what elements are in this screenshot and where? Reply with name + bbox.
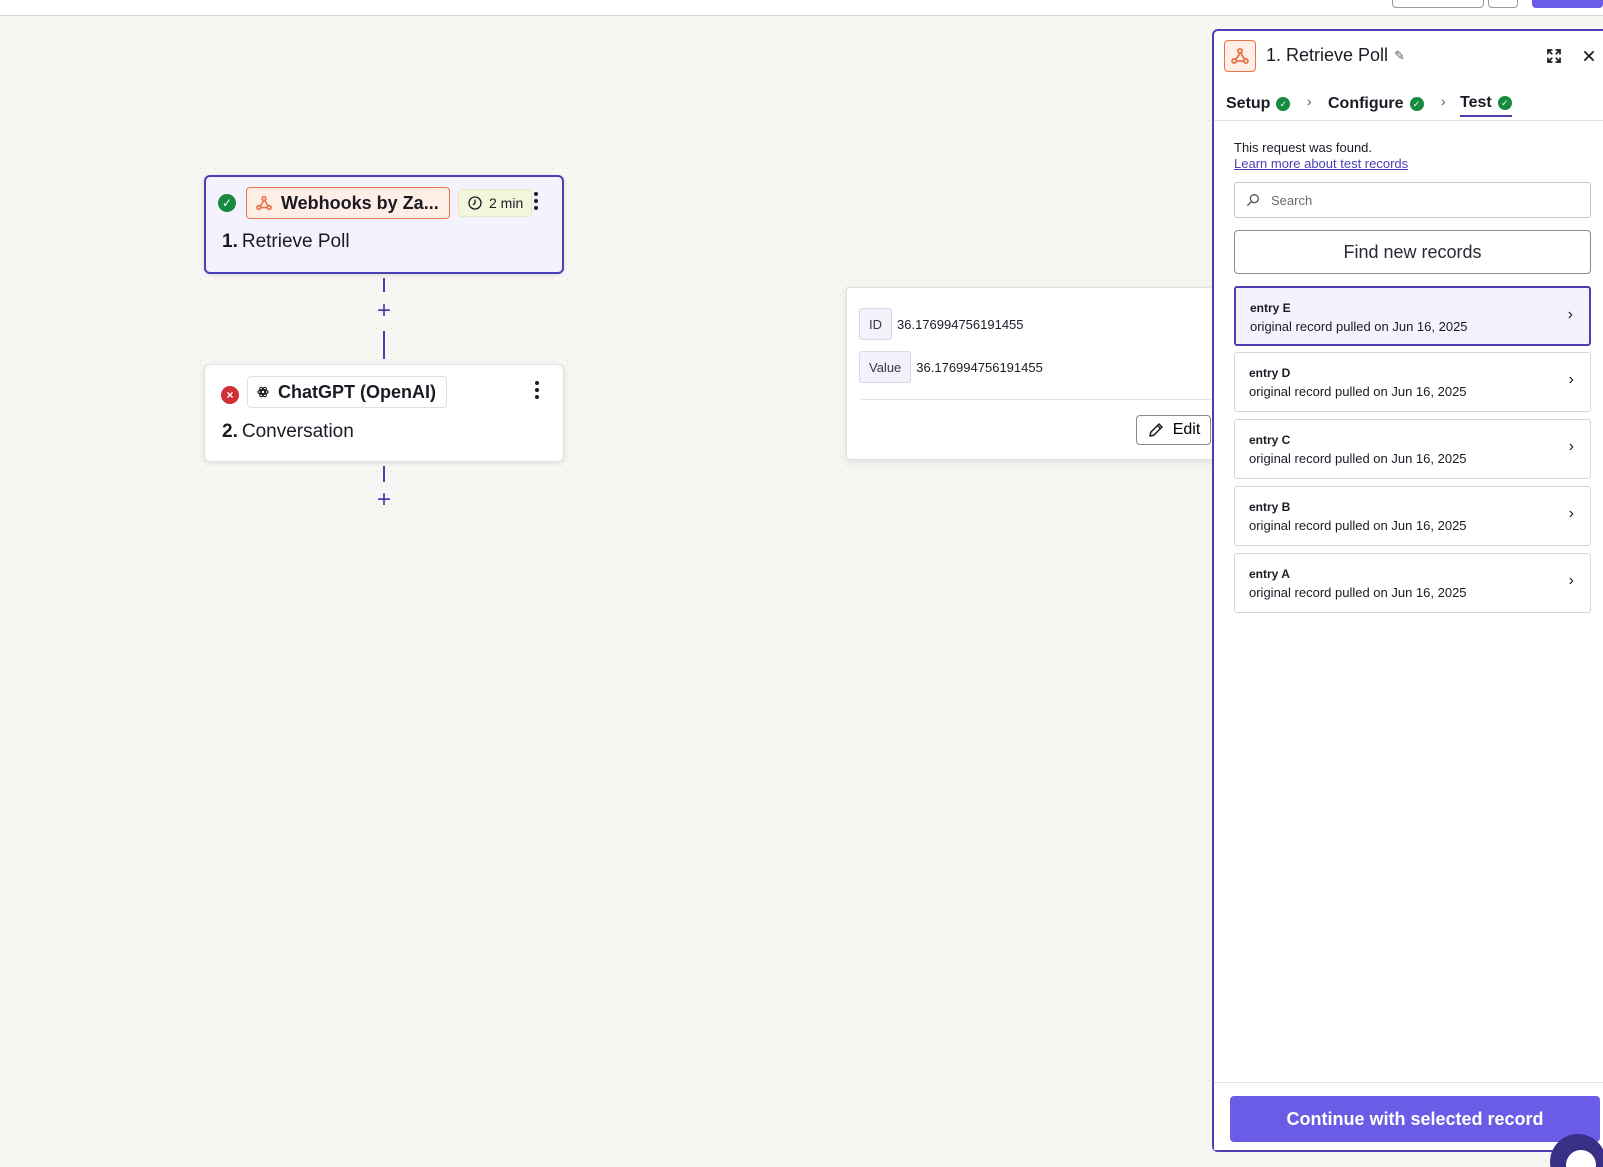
request-found-text: This request was found.: [1234, 140, 1373, 155]
publish-button[interactable]: [1532, 0, 1603, 8]
toolbar-icon-button[interactable]: [1488, 0, 1518, 8]
record-title: entry A: [1249, 567, 1290, 581]
step-tabs: Setup ✓ › Configure ✓ › Test ✓: [1214, 87, 1603, 121]
record-subtitle: original record pulled on Jun 16, 2025: [1249, 384, 1467, 399]
panel-footer: Continue with selected record: [1214, 1082, 1603, 1150]
chevron-right-icon: ›: [1567, 306, 1573, 323]
continue-with-selected-record-button[interactable]: Continue with selected record: [1230, 1096, 1600, 1142]
connector-line: [383, 278, 385, 292]
record-title: entry E: [1250, 301, 1291, 315]
clock-icon: [468, 196, 482, 210]
step-menu-icon[interactable]: [528, 190, 544, 212]
tab-test[interactable]: Test ✓: [1460, 91, 1512, 117]
time-label: 2 min: [489, 195, 524, 211]
webhook-icon: [256, 195, 272, 211]
toolbar-button[interactable]: [1392, 0, 1484, 8]
field-row-id: ID 36.176994756191455: [859, 308, 1024, 340]
record-item-entry-c[interactable]: entry C original record pulled on Jun 16…: [1234, 419, 1591, 479]
record-search[interactable]: [1234, 182, 1591, 218]
openai-icon: [257, 386, 269, 398]
record-item-entry-a[interactable]: entry A original record pulled on Jun 16…: [1234, 553, 1591, 613]
app-pill-chatgpt[interactable]: ChatGPT (OpenAI): [247, 376, 447, 408]
check-icon: ✓: [1497, 96, 1512, 110]
rename-pencil-icon[interactable]: ✎: [1394, 48, 1405, 64]
record-item-entry-d[interactable]: entry D original record pulled on Jun 16…: [1234, 352, 1591, 412]
step-title: 2. Conversation: [222, 421, 354, 442]
field-row-value: Value 36.176994756191455: [859, 351, 1043, 383]
chevron-right-icon: ›: [1568, 438, 1574, 455]
chevron-right-icon: ›: [1441, 93, 1446, 109]
panel-header: 1. Retrieve Poll ✎: [1214, 31, 1603, 85]
connector-line: [383, 466, 385, 482]
chevron-right-icon: ›: [1568, 505, 1574, 522]
error-status-icon: ×: [221, 386, 239, 404]
panel-title[interactable]: 1. Retrieve Poll ✎: [1266, 45, 1405, 66]
add-step-button[interactable]: +: [374, 488, 394, 512]
close-icon[interactable]: [1578, 45, 1600, 67]
chevron-right-icon: ›: [1307, 93, 1312, 109]
app-name: Webhooks by Za...: [281, 192, 439, 213]
field-key: Value: [859, 351, 912, 383]
app-name: ChatGPT (OpenAI): [278, 381, 436, 402]
polling-interval-badge: 2 min: [458, 189, 533, 217]
step-card-conversation[interactable]: × ChatGPT (OpenAI) 2. Conversation: [204, 364, 564, 462]
search-input[interactable]: [1271, 192, 1571, 208]
divider: [861, 399, 1211, 400]
chevron-right-icon: ›: [1568, 371, 1574, 388]
record-item-entry-b[interactable]: entry B original record pulled on Jun 16…: [1234, 486, 1591, 546]
field-value: 36.176994756191455: [897, 316, 1024, 332]
record-item-entry-e[interactable]: entry E original record pulled on Jun 16…: [1234, 286, 1591, 346]
record-title: entry C: [1249, 433, 1291, 447]
chevron-right-icon: ›: [1568, 572, 1574, 589]
record-subtitle: original record pulled on Jun 16, 2025: [1249, 518, 1467, 533]
field-value: 36.176994756191455: [916, 359, 1043, 375]
expand-icon[interactable]: [1543, 45, 1565, 67]
check-icon: ✓: [1276, 97, 1291, 111]
record-title: entry D: [1249, 366, 1291, 380]
field-key: ID: [859, 308, 892, 340]
connector-line: [383, 331, 385, 359]
tab-configure[interactable]: Configure ✓: [1328, 91, 1424, 117]
record-subtitle: original record pulled on Jun 16, 2025: [1249, 585, 1467, 600]
record-subtitle: original record pulled on Jun 16, 2025: [1250, 319, 1468, 334]
app-pill-webhooks[interactable]: Webhooks by Za...: [246, 187, 450, 219]
record-title: entry B: [1249, 500, 1291, 514]
find-new-records-button[interactable]: Find new records: [1234, 230, 1591, 274]
pencil-icon: [1148, 423, 1163, 437]
webhook-icon: [1224, 40, 1256, 72]
edit-button[interactable]: Edit: [1136, 415, 1211, 445]
step-card-retrieve-poll[interactable]: ✓ Webhooks by Za... 2 min 1. Retrieve Pol…: [204, 175, 564, 274]
learn-more-link[interactable]: Learn more about test records: [1234, 156, 1408, 171]
add-step-button[interactable]: +: [374, 299, 394, 323]
check-icon: ✓: [1409, 97, 1424, 111]
top-toolbar: [0, 0, 1603, 16]
record-detail-popover: ID 36.176994756191455 Value 36.176994756…: [846, 287, 1226, 460]
step-menu-icon[interactable]: [529, 379, 545, 401]
step-title: 1. Retrieve Poll: [222, 231, 350, 252]
tab-setup[interactable]: Setup ✓: [1226, 91, 1291, 117]
search-icon: [1247, 194, 1259, 206]
record-subtitle: original record pulled on Jun 16, 2025: [1249, 451, 1467, 466]
success-status-icon: ✓: [218, 194, 236, 212]
step-detail-panel: 1. Retrieve Poll ✎ Setup ✓ › Configure ✓…: [1212, 29, 1603, 1152]
